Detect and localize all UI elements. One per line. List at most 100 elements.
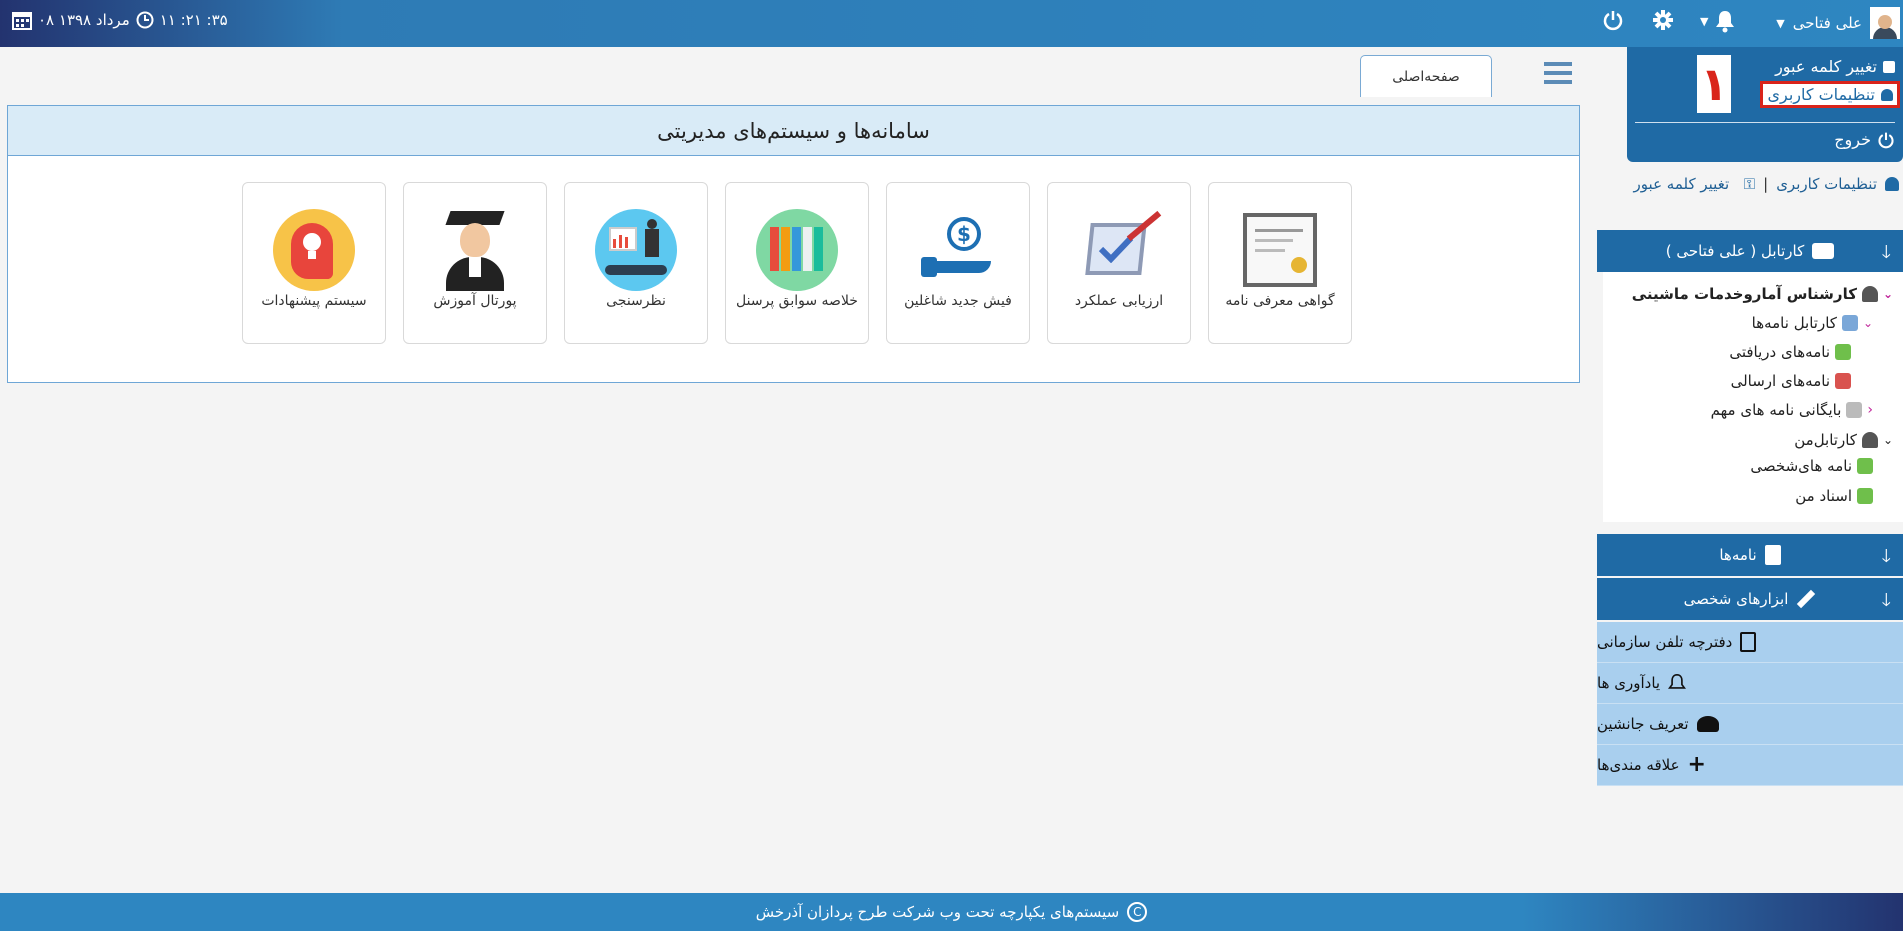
lock-icon (1883, 60, 1895, 73)
card-education-portal[interactable]: پورتال آموزش (403, 182, 547, 344)
tree-my-docs[interactable]: اسناد من (1795, 487, 1873, 505)
tree-sent[interactable]: نامه‌های ارسالی (1731, 372, 1851, 390)
caret-down-icon: ▼ (1700, 14, 1709, 28)
tool-reminders[interactable]: یادآوری ها (1597, 663, 1903, 704)
menu-item-logout[interactable]: خروج (1834, 130, 1895, 149)
inbox-icon (1835, 344, 1851, 360)
user-dropdown-menu: تغییر کلمه عبور تنظیمات کاربری ۱ خروج (1627, 47, 1903, 162)
briefcase-icon (1812, 243, 1835, 259)
user-icon (1861, 286, 1878, 302)
card-label: خلاصه سوابق پرسنل (736, 293, 858, 309)
inbox-icon (1857, 488, 1873, 504)
tree-role[interactable]: ⌄ کارشناس آماروخدمات ماشینی (1632, 285, 1893, 303)
letters-header[interactable]: نامه‌ها 🡓 (1597, 534, 1903, 576)
user-icon (1881, 88, 1893, 101)
users-icon (1696, 716, 1719, 732)
payslip-icon: $ (917, 209, 999, 291)
plus-icon: + (1687, 752, 1706, 777)
time-text: ۱۱ :۲۱ :۳۵ (159, 11, 228, 29)
card-label: فیش جدید شاغلین (904, 293, 1012, 309)
card-survey[interactable]: نظرسنجی (564, 182, 708, 344)
personnel-records-icon (756, 209, 838, 291)
chevron-left-icon: ‹ (1867, 402, 1873, 418)
file-icon (1764, 545, 1781, 565)
chevron-down-icon: ⌄ (1862, 316, 1873, 330)
education-portal-icon (434, 209, 516, 291)
footer-text: سیستم‌های یکپارچه تحت وب شرکت طرح پردازا… (755, 903, 1120, 921)
date-text: ۰۸ مرداد ۱۳۹۸ (38, 11, 130, 29)
tree-received[interactable]: نامه‌های دریافتی (1729, 343, 1851, 361)
wrench-icon (1797, 589, 1816, 609)
calendar-icon (12, 12, 32, 30)
settings-button[interactable] (1652, 9, 1674, 31)
document-icon (1740, 632, 1757, 652)
menu-item-user-settings[interactable]: تنظیمات کاربری (1760, 81, 1900, 108)
systems-panel: سامانه‌ها و سیستم‌های مدیریتی گواهی معرف… (7, 105, 1580, 383)
tree-archive[interactable]: ‹ بایگانی نامه های مهم (1711, 401, 1873, 419)
kartabl-header[interactable]: کارتابل ( علی فتاحی ) 🡓 (1597, 230, 1903, 272)
power-icon (1878, 132, 1894, 148)
user-menu-button[interactable]: علی فتاحی ▼ (1770, 6, 1900, 40)
tree-kartabl-letters[interactable]: ⌄ کارتابل نامه‌ها (1752, 314, 1873, 332)
tool-substitute[interactable]: تعریف جانشین (1597, 704, 1903, 745)
bell-icon (1668, 673, 1687, 689)
survey-icon (595, 209, 677, 291)
chevron-down-icon: ⌄ (1882, 287, 1893, 301)
tree-my-kartabl[interactable]: ⌄ کارتابل‌من (1794, 431, 1893, 449)
change-password-link[interactable]: تغییر کلمه عبور (1634, 175, 1730, 193)
card-label: سیستم پیشنهادات (261, 293, 367, 309)
tool-phonebook[interactable]: دفترچه تلفن سازمانی (1597, 622, 1903, 663)
notifications-button[interactable]: ▼ (1700, 8, 1742, 34)
bell-icon (1716, 11, 1735, 33)
panel-title: سامانه‌ها و سیستم‌های مدیریتی (8, 106, 1579, 156)
step-annotation: ۱ (1697, 55, 1731, 113)
arrow-down-icon: 🡓 (1881, 590, 1891, 611)
tab-strip (0, 47, 1597, 97)
card-personnel-records[interactable]: خلاصه سوابق پرسنل (725, 182, 869, 344)
card-evaluation[interactable]: ارزیابی عملکرد (1047, 182, 1191, 344)
user-settings-link[interactable]: تنظیمات کاربری (1776, 175, 1877, 193)
kartabl-tree (1603, 272, 1903, 522)
arrow-down-icon: 🡓 (1881, 546, 1891, 567)
user-links: تنظیمات کاربری | ⚿ تغییر کلمه عبور (1614, 172, 1899, 196)
user-name: علی فتاحی (1792, 14, 1862, 32)
power-icon (1603, 11, 1623, 31)
chevron-down-icon: ⌄ (1882, 433, 1893, 447)
card-certificate[interactable]: گواهی معرفی نامه (1208, 182, 1352, 344)
tool-favorites[interactable]: + علاقه مندی‌ها (1597, 745, 1903, 786)
menu-divider (1635, 122, 1895, 123)
certificate-icon (1239, 209, 1321, 291)
separator: | (1763, 175, 1769, 193)
hamburger-icon (1544, 62, 1572, 84)
top-bar: ۰۸ مرداد ۱۳۹۸ ۱۱ :۲۱ :۳۵ ▼ علی فتاحی ▼ (0, 0, 1903, 47)
caret-down-icon: ▼ (1776, 16, 1785, 30)
footer: C سیستم‌های یکپارچه تحت وب شرکت طرح پردا… (0, 893, 1903, 931)
datetime-display: ۰۸ مرداد ۱۳۹۸ ۱۱ :۲۱ :۳۵ (12, 10, 228, 30)
arrow-down-icon: 🡓 (1881, 242, 1891, 263)
suggestions-icon (273, 209, 355, 291)
outbox-icon (1835, 373, 1851, 389)
clock-icon (136, 11, 154, 29)
menu-item-change-password[interactable]: تغییر کلمه عبور (1775, 57, 1895, 76)
user-icon (1861, 432, 1878, 448)
card-label: پورتال آموزش (433, 293, 517, 309)
card-label: نظرسنجی (606, 293, 666, 309)
card-suggestions[interactable]: سیستم پیشنهادات (242, 182, 386, 344)
logout-power-button[interactable] (1603, 9, 1623, 35)
archive-icon (1846, 402, 1863, 418)
tools-header[interactable]: ابزارهای شخصی 🡓 (1597, 578, 1903, 620)
card-payslip[interactable]: $ فیش جدید شاغلین (886, 182, 1030, 344)
key-icon: ⚿ (1743, 175, 1756, 193)
inbox-icon (1857, 458, 1873, 474)
gear-icon (1653, 10, 1673, 30)
folder-icon (1841, 315, 1858, 331)
copyright-icon: C (1127, 902, 1148, 922)
menu-toggle-button[interactable] (1543, 60, 1573, 86)
user-icon (1885, 177, 1899, 191)
tab-home[interactable]: صفحه‌اصلی (1360, 55, 1492, 97)
card-label: گواهی معرفی نامه (1225, 293, 1335, 309)
avatar (1870, 7, 1900, 39)
evaluation-icon (1078, 209, 1162, 291)
card-label: ارزیابی عملکرد (1074, 293, 1164, 309)
tree-personal-letters[interactable]: نامه های‌شخصی (1750, 457, 1873, 475)
